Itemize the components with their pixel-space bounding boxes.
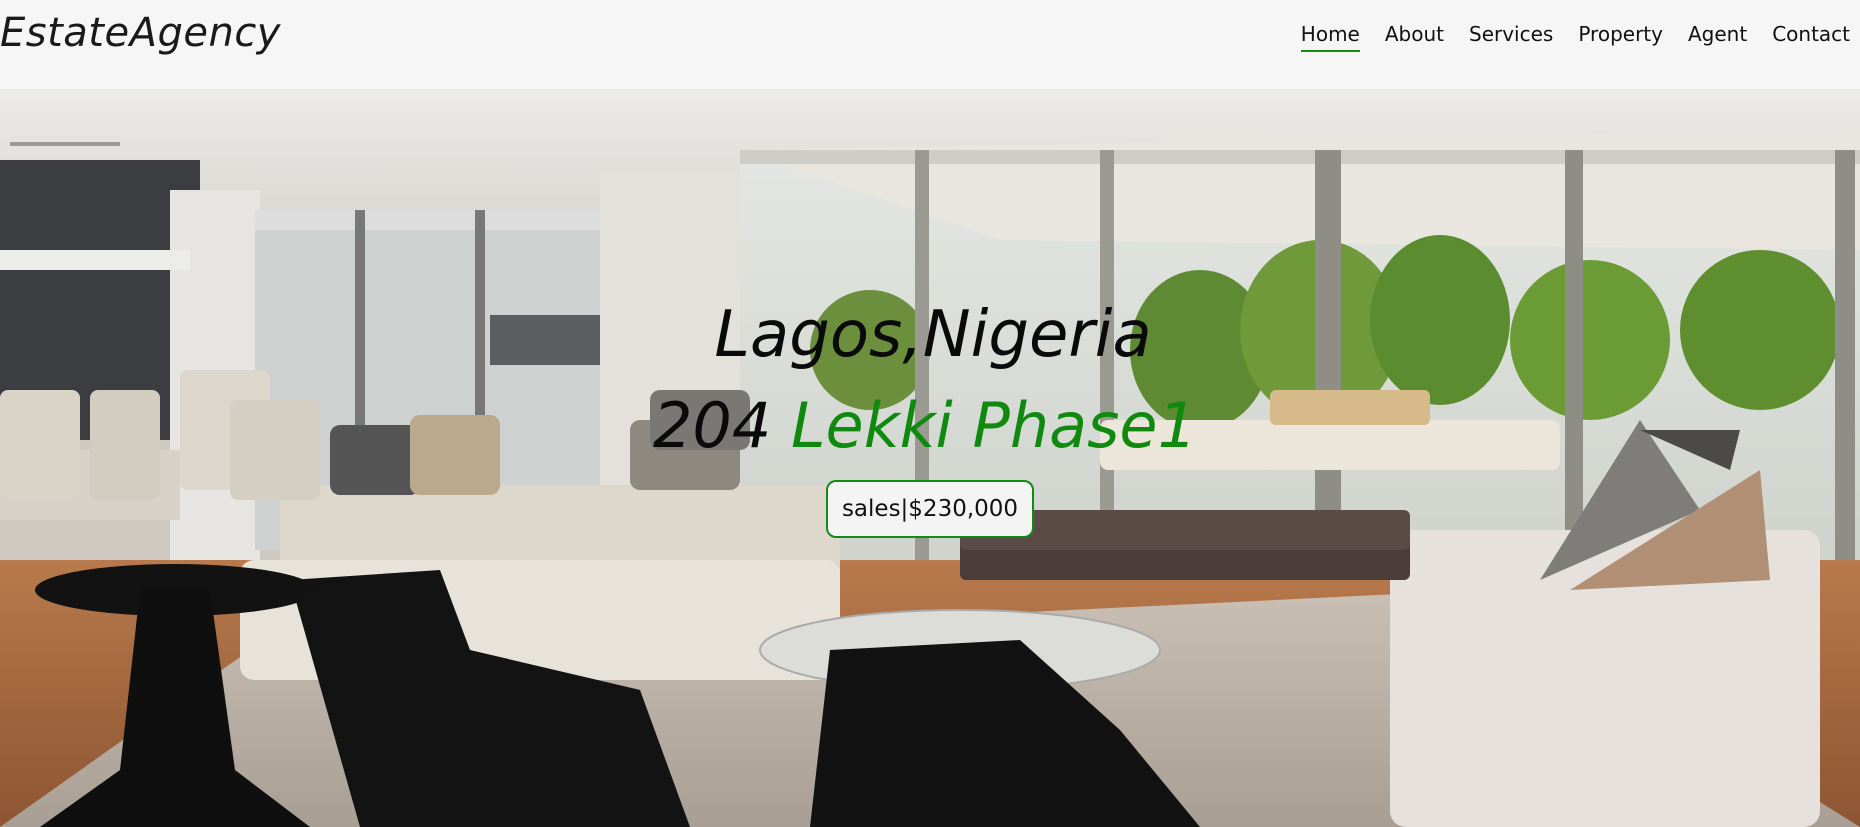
price-badge[interactable]: sales|$230,000 (825, 480, 1035, 538)
nav-link-agent[interactable]: Agent (1688, 22, 1747, 52)
nav-menu: Home About Services Property Agent Conta… (1276, 22, 1850, 52)
nav-link-services[interactable]: Services (1469, 22, 1553, 52)
nav-link-property[interactable]: Property (1578, 22, 1663, 52)
nav-link-about[interactable]: About (1385, 22, 1444, 52)
hero-text: Lagos,Nigeria 204 Lekki Phase1 sales|$23… (0, 290, 1860, 538)
nav-link-contact[interactable]: Contact (1772, 22, 1850, 52)
brand-logo[interactable]: EstateAgency (0, 10, 281, 56)
nav-link-home[interactable]: Home (1300, 22, 1360, 52)
hero-city: Lagos,Nigeria (714, 298, 1152, 372)
navbar: EstateAgency Home About Services Propert… (0, 0, 1860, 90)
hero-address-number: 204 (652, 389, 792, 462)
hero-address: 204 Lekki Phase1 (0, 380, 1860, 472)
hero-address-street: Lekki Phase1 (791, 389, 1198, 462)
hero-section: Lagos,Nigeria 204 Lekki Phase1 sales|$23… (0, 90, 1860, 827)
